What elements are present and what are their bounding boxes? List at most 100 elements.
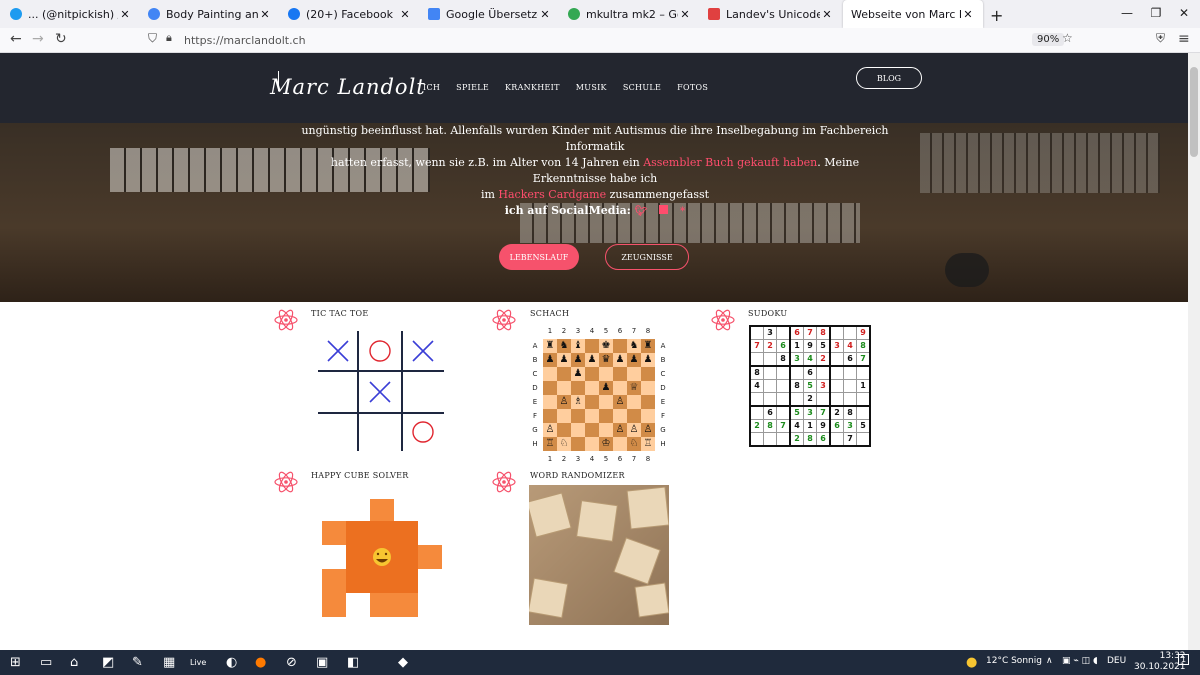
tab-google-search[interactable]: mkultra mk2 – Google Suche ✕ [560,0,700,28]
chess-square[interactable]: ♟ [641,353,655,367]
sudoku-cell[interactable]: 7 [803,325,817,340]
chess-square[interactable]: ♟ [599,381,613,395]
forward-arrow-icon[interactable]: → [32,31,44,47]
sudoku-cell[interactable]: 4 [789,419,804,433]
sudoku-cell[interactable] [856,405,871,420]
sudoku-cell[interactable] [749,352,764,367]
chess-square[interactable] [641,395,655,409]
chess-square[interactable]: ♜ [543,339,557,353]
sudoku-cell[interactable]: 3 [763,325,777,340]
sudoku-cell[interactable] [776,325,791,340]
weather-sun-icon[interactable]: ● [966,655,977,670]
chess-square[interactable]: ♙ [627,423,641,437]
tab-facebook[interactable]: (20+) Facebook ✕ [280,0,420,28]
chess-square[interactable] [571,423,585,437]
chess-square[interactable] [599,409,613,423]
project-title-sudoku[interactable]: SUDOKU [748,309,787,318]
nav-item-ich[interactable]: ICH [423,83,440,92]
chess-square[interactable] [613,381,627,395]
sudoku-cell[interactable]: 2 [829,405,844,420]
close-tab-icon[interactable]: ✕ [118,8,132,21]
sudoku-cell[interactable]: 9 [816,419,831,433]
facebook-icon[interactable] [659,205,669,214]
new-tab-button[interactable]: + [990,6,1003,25]
chess-square[interactable]: ♛ [599,353,613,367]
close-tab-icon[interactable]: ✕ [820,8,834,21]
chess-square[interactable]: ♟ [613,353,627,367]
chess-square[interactable] [557,367,571,381]
sudoku-cell[interactable]: 5 [789,405,804,420]
twitter-icon[interactable]: 🐦︎ [635,206,648,217]
sudoku-cell[interactable]: 8 [749,365,764,380]
sudoku-cell[interactable]: 2 [789,432,804,447]
chess-square[interactable]: ♙ [641,423,655,437]
nav-item-fotos[interactable]: FOTOS [677,83,708,92]
chess-square[interactable] [543,409,557,423]
chess-square[interactable] [585,395,599,409]
sudoku-cell[interactable] [789,392,804,407]
sudoku-cell[interactable] [763,352,777,367]
chess-board[interactable]: 1 1 2 2 3 3 4 4 5 5 6 6 7 7 8 8 A A B B C C D D E E F F G G H H ♜ ♞ ♝ ♚ ♞ ♜ ♟ ♟… [529,325,669,465]
chess-square[interactable] [627,395,641,409]
chess-square[interactable] [613,409,627,423]
sudoku-cell[interactable]: 1 [789,339,804,353]
sudoku-cell[interactable]: 2 [803,392,817,407]
sudoku-cell[interactable]: 7 [843,432,857,447]
tab-unicode-cheatsheet[interactable]: Landev's Unicode Cheat-Sheet ✕ [700,0,842,28]
close-tab-icon[interactable]: ✕ [961,8,975,21]
nav-item-spiele[interactable]: SPIELE [456,83,489,92]
sudoku-cell[interactable]: 4 [749,379,764,393]
sudoku-cell[interactable]: 1 [856,379,871,393]
sudoku-cell[interactable]: 2 [763,339,777,353]
tab-google-body-painting[interactable]: Body Painting anatomie - Goog ✕ [140,0,280,28]
url-text[interactable]: https://marclandolt.ch [184,34,306,47]
sudoku-cell[interactable]: 6 [776,339,791,353]
sudoku-cell[interactable] [816,392,831,407]
address-bar[interactable]: ⛉ 🔒︎ https://marclandolt.ch 90% ☆ [140,30,1080,50]
minimize-window-button[interactable]: — [1117,6,1137,20]
sudoku-cell[interactable]: 3 [816,379,831,393]
sudoku-cell[interactable] [789,365,804,380]
site-logo[interactable]: Marc Landolt [270,75,426,99]
sudoku-cell[interactable] [749,392,764,407]
sudoku-cell[interactable]: 3 [803,405,817,420]
nav-item-schule[interactable]: SCHULE [623,83,661,92]
nav-item-krankheit[interactable]: KRANKHEIT [505,83,560,92]
chess-square[interactable]: ♟ [557,353,571,367]
sudoku-cell[interactable] [816,365,831,380]
app-icon[interactable]: ◩ [102,655,114,670]
sudoku-cell[interactable]: 7 [816,405,831,420]
tray-icons[interactable]: ▣ ⌁ ◫ ◖ [1062,656,1098,666]
chess-square[interactable] [585,381,599,395]
sudoku-grid[interactable]: 3678972619534883426786485312653728287419… [749,325,871,447]
tictactoe-x-mark[interactable] [412,340,434,362]
app-icon[interactable]: ▣ [316,655,328,670]
sudoku-cell[interactable]: 4 [843,339,857,353]
zeugnisse-button[interactable]: ZEUGNISSE [605,244,689,270]
sudoku-cell[interactable]: 1 [803,419,817,433]
chess-square[interactable] [641,367,655,381]
weather-text[interactable]: 12°C Sonnig [986,656,1042,666]
sudoku-cell[interactable] [749,405,764,420]
chess-square[interactable]: ♞ [627,339,641,353]
language-indicator[interactable]: DEU [1107,656,1126,666]
windows-start-icon[interactable]: ⊞ [10,655,21,670]
chess-square[interactable] [585,367,599,381]
chess-square[interactable] [613,367,627,381]
reload-icon[interactable]: ↻ [55,31,67,47]
chess-square[interactable]: ♘ [557,437,571,451]
sudoku-cell[interactable] [829,325,844,340]
sudoku-cell[interactable]: 5 [856,419,871,433]
project-title-word-randomizer[interactable]: WORD RANDOMIZER [530,471,625,480]
sudoku-cell[interactable] [776,432,791,447]
sudoku-cell[interactable]: 4 [803,352,817,367]
chess-square[interactable]: ♖ [543,437,557,451]
sudoku-cell[interactable] [776,392,791,407]
chess-square[interactable] [557,409,571,423]
sudoku-cell[interactable]: 5 [803,379,817,393]
sudoku-cell[interactable] [856,432,871,447]
app-icon[interactable]: ◆ [398,655,408,670]
sudoku-cell[interactable] [843,325,857,340]
sudoku-cell[interactable] [843,365,857,380]
chess-square[interactable]: ♟ [585,353,599,367]
